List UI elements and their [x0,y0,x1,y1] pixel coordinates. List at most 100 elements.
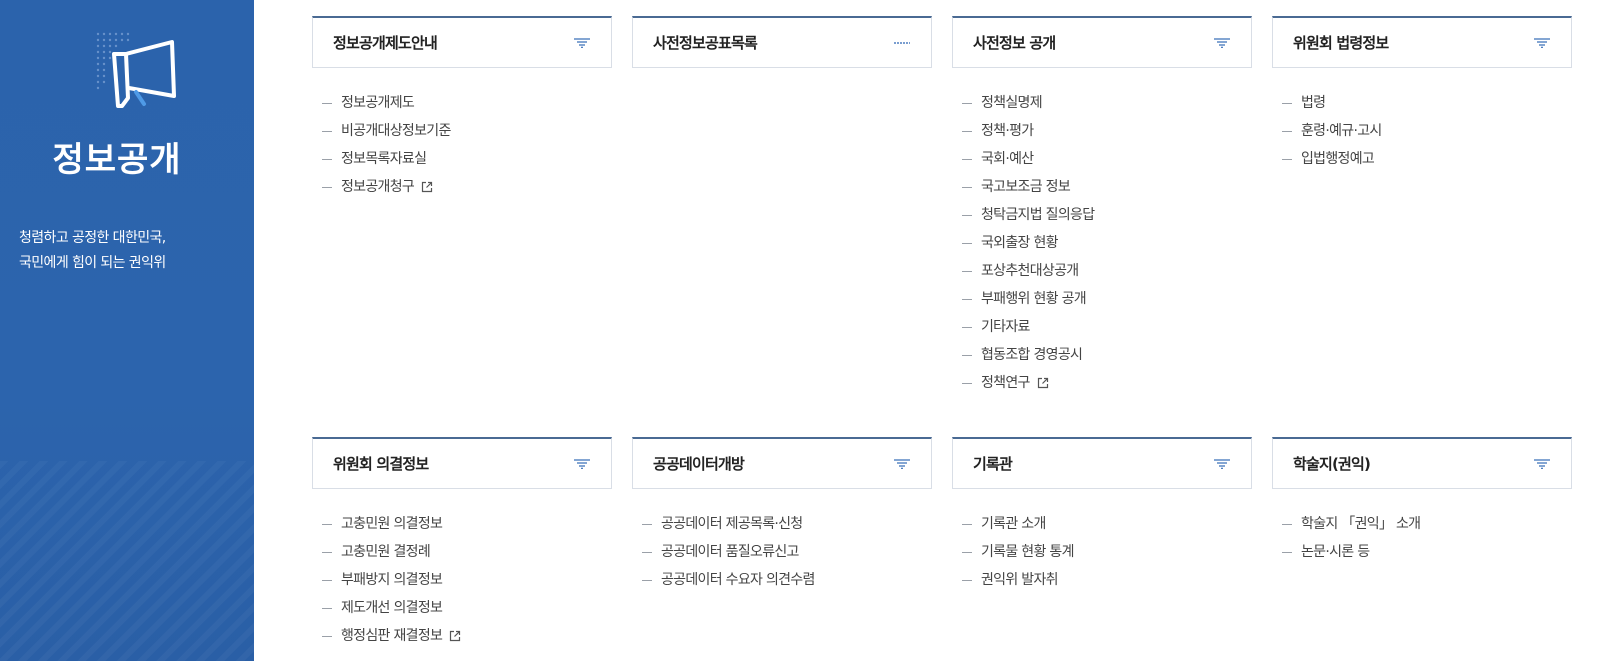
minus-icon [894,41,910,44]
menu-link[interactable]: 제도개선 의결정보 [322,594,612,622]
menu-link-label: 제도개선 의결정보 [341,600,443,616]
menu-card: 사전정보 공개정책실명제정책·평가국회·예산국고보조금 정보청탁금지법 질의응답… [952,16,1252,397]
filter-icon [574,37,590,48]
menu-link-label: 정책실명제 [981,95,1043,111]
dash-bullet [962,158,972,160]
menu-link[interactable]: 청탁금지법 질의응답 [962,201,1252,229]
menu-link[interactable]: 권익위 발자취 [962,566,1252,594]
dash-bullet [322,102,332,104]
filter-icon [1534,458,1550,469]
card-toggle-button[interactable] [573,36,591,50]
menu-card: 정보공개제도안내정보공개제도 비공개대상정보기준정보목록자료실정보공개청구 [312,16,612,201]
menu-link[interactable]: 고충민원 의결정보 [322,510,612,538]
dash-bullet [962,579,972,581]
dash-bullet [1282,551,1292,553]
menu-link-label: 공공데이터 수요자 의견수렴 [661,572,815,588]
menu-link[interactable]: 행정심판 재결정보 [322,622,612,650]
menu-link[interactable]: 공공데이터 수요자 의견수렴 [642,566,932,594]
menu-link[interactable]: 국외출장 현황 [962,229,1252,257]
menu-link[interactable]: 학술지 「권익」 소개 [1282,510,1572,538]
dash-bullet [962,270,972,272]
menu-link[interactable]: 정책연구 [962,369,1252,397]
card-link-list: 정보공개제도 비공개대상정보기준정보목록자료실정보공개청구 [312,68,612,201]
menu-link-label: 국외출장 현황 [981,235,1059,251]
menu-link[interactable]: 정책·평가 [962,117,1252,145]
menu-link[interactable]: 정보목록자료실 [322,145,612,173]
menu-link[interactable]: 국회·예산 [962,145,1252,173]
menu-link-label: 부패방지 의결정보 [341,572,443,588]
dash-bullet [1282,158,1292,160]
card-toggle-button[interactable] [893,36,911,50]
card-title: 사전정보공표목록 [653,34,758,52]
menu-link[interactable]: 기록관 소개 [962,510,1252,538]
dash-bullet [322,186,332,188]
menu-link[interactable]: 논문·시론 등 [1282,538,1572,566]
card-toggle-button[interactable] [1533,457,1551,471]
card-toggle-button[interactable] [893,457,911,471]
sidebar-slogan: 청렴하고 공정한 대한민국, 국민에게 힘이 되는 권익위 [19,226,239,276]
card-link-list: 학술지 「권익」 소개 논문·시론 등 [1272,489,1572,566]
menu-link-label: 청탁금지법 질의응답 [981,207,1095,223]
dash-bullet [322,523,332,525]
menu-link[interactable]: 정책실명제 [962,89,1252,117]
menu-card: 위원회 의결정보고충민원 의결정보고충민원 결정례부패방지 의결정보제도개선 의… [312,437,612,650]
menu-link[interactable]: 고충민원 결정례 [322,538,612,566]
menu-link-label: 정보목록자료실 [341,151,427,167]
menu-link[interactable]: 포상추천대상공개 [962,257,1252,285]
menu-card: 사전정보공표목록 [632,16,932,89]
card-header[interactable]: 학술지(권익) [1272,437,1572,489]
menu-link[interactable]: 부패행위 현황 공개 [962,285,1252,313]
menu-link[interactable]: 법령 [1282,89,1572,117]
external-link-icon [421,181,433,193]
menu-link[interactable]: 비공개대상정보기준 [322,117,612,145]
sidebar: 정보공개 청렴하고 공정한 대한민국, 국민에게 힘이 되는 권익위 [0,0,254,661]
menu-link[interactable]: 기타자료 [962,313,1252,341]
menu-link[interactable]: 협동조합 경영공시 [962,341,1252,369]
external-link-icon [1037,377,1048,389]
menu-link-label: 공공데이터 제공목록·신청 [661,516,803,532]
card-toggle-button[interactable] [1213,36,1231,50]
dash-bullet [322,607,332,609]
filter-icon [574,458,590,469]
menu-link[interactable]: 훈령·예규·고시 [1282,117,1572,145]
dash-bullet [322,635,332,637]
filter-icon [1534,37,1550,48]
menu-link[interactable]: 입법행정예고 [1282,145,1572,173]
dash-bullet [1282,102,1292,104]
card-header[interactable]: 사전정보 공개 [952,16,1252,68]
card-header[interactable]: 기록관 [952,437,1252,489]
menu-link[interactable]: 공공데이터 품질오류신고 [642,538,932,566]
card-header[interactable]: 위원회 의결정보 [312,437,612,489]
slogan-line-1: 청렴하고 공정한 대한민국, [19,230,166,246]
card-toggle-button[interactable] [1213,457,1231,471]
dash-bullet [962,326,972,328]
menu-link-label: 고충민원 의결정보 [341,516,443,532]
menu-link-label: 국고보조금 정보 [981,179,1071,195]
menu-link[interactable]: 국고보조금 정보 [962,173,1252,201]
dash-bullet [322,130,332,132]
menu-link[interactable]: 공공데이터 제공목록·신청 [642,510,932,538]
card-title: 정보공개제도안내 [333,34,438,52]
menu-link-label: 입법행정예고 [1301,151,1375,167]
menu-link[interactable]: 부패방지 의결정보 [322,566,612,594]
dash-bullet [962,242,972,244]
menu-link[interactable]: 정보공개청구 [322,173,612,201]
dash-bullet [1282,523,1292,525]
card-header[interactable]: 공공데이터개방 [632,437,932,489]
menu-card: 위원회 법령정보법령 훈령·예규·고시입법행정예고 [1272,16,1572,173]
card-header[interactable]: 정보공개제도안내 [312,16,612,68]
menu-link[interactable]: 기록물 현황 통계 [962,538,1252,566]
dash-bullet [322,551,332,553]
card-toggle-button[interactable] [573,457,591,471]
card-link-list: 고충민원 의결정보고충민원 결정례부패방지 의결정보제도개선 의결정보행정심판 … [312,489,612,650]
menu-link-label: 국회·예산 [981,151,1034,167]
menu-card: 학술지(권익) 학술지 「권익」 소개 논문·시론 등 [1272,437,1572,566]
card-header[interactable]: 사전정보공표목록 [632,16,932,68]
menu-link-label: 고충민원 결정례 [341,544,431,560]
card-header[interactable]: 위원회 법령정보 [1272,16,1572,68]
card-link-list: 정책실명제정책·평가국회·예산국고보조금 정보청탁금지법 질의응답국외출장 현황… [952,68,1252,397]
dash-bullet [962,102,972,104]
card-title: 기록관 [973,455,1013,473]
menu-link[interactable]: 정보공개제도 [322,89,612,117]
card-toggle-button[interactable] [1533,36,1551,50]
